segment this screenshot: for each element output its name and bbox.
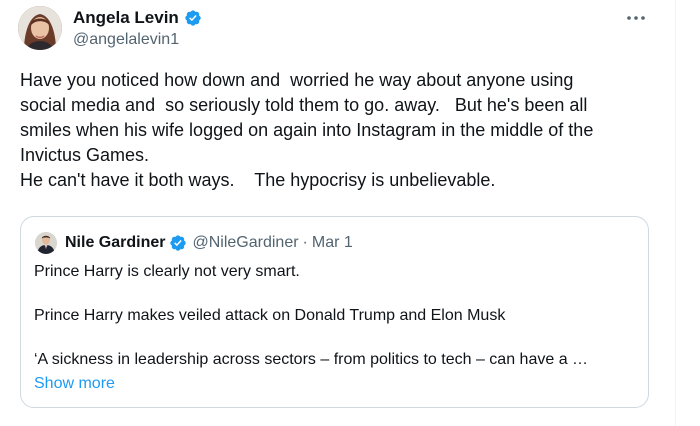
author-avatar[interactable] bbox=[18, 6, 62, 50]
quoted-author-handle: @NileGardiner bbox=[192, 234, 299, 251]
tweet-body: Have you noticed how down and worried he… bbox=[20, 68, 660, 193]
quoted-tweet-date[interactable]: Mar 1 bbox=[312, 234, 353, 252]
quoted-author-display-name: Nile Gardiner bbox=[65, 234, 166, 251]
tweet-text-line: Invictus Games. bbox=[20, 145, 150, 165]
author-handle[interactable]: @angelalevin1 bbox=[73, 31, 179, 49]
more-options-button[interactable] bbox=[621, 7, 651, 29]
verified-badge-icon bbox=[184, 9, 202, 27]
tweet-text-line: smiles when his wife logged on again int… bbox=[20, 120, 594, 140]
quoted-author-avatar[interactable] bbox=[35, 232, 57, 254]
tweet-text-line: Have you noticed how down and worried he… bbox=[20, 70, 574, 90]
quoted-tweet[interactable]: Nile Gardiner @NileGardiner · Mar 1 Prin… bbox=[20, 216, 649, 408]
quoted-author-row: Nile Gardiner @NileGardiner · Mar 1 bbox=[65, 232, 353, 254]
author-display-name[interactable]: Angela Levin bbox=[73, 8, 179, 28]
tweet-text-line: He can't have it both ways. The hypocris… bbox=[20, 170, 496, 190]
quoted-text-line: ‘A sickness in leadership across sectors… bbox=[34, 351, 589, 368]
author-name-row: Angela Levin bbox=[73, 7, 202, 29]
separator-dot: · bbox=[302, 234, 308, 251]
quoted-author-avatar-image bbox=[35, 232, 57, 254]
author-avatar-image bbox=[18, 6, 62, 50]
tweet-card[interactable]: Angela Levin @angelalevin1 Have you noti… bbox=[0, 0, 676, 426]
ellipsis-icon bbox=[627, 16, 645, 20]
quoted-text-line: Prince Harry makes veiled attack on Dona… bbox=[34, 307, 506, 324]
tweet-text-line: social media and so seriously told them … bbox=[20, 95, 588, 115]
verified-badge-icon bbox=[169, 234, 187, 252]
show-more-link[interactable]: Show more bbox=[34, 373, 115, 395]
quoted-text-line: Prince Harry is clearly not very smart. bbox=[34, 263, 300, 280]
